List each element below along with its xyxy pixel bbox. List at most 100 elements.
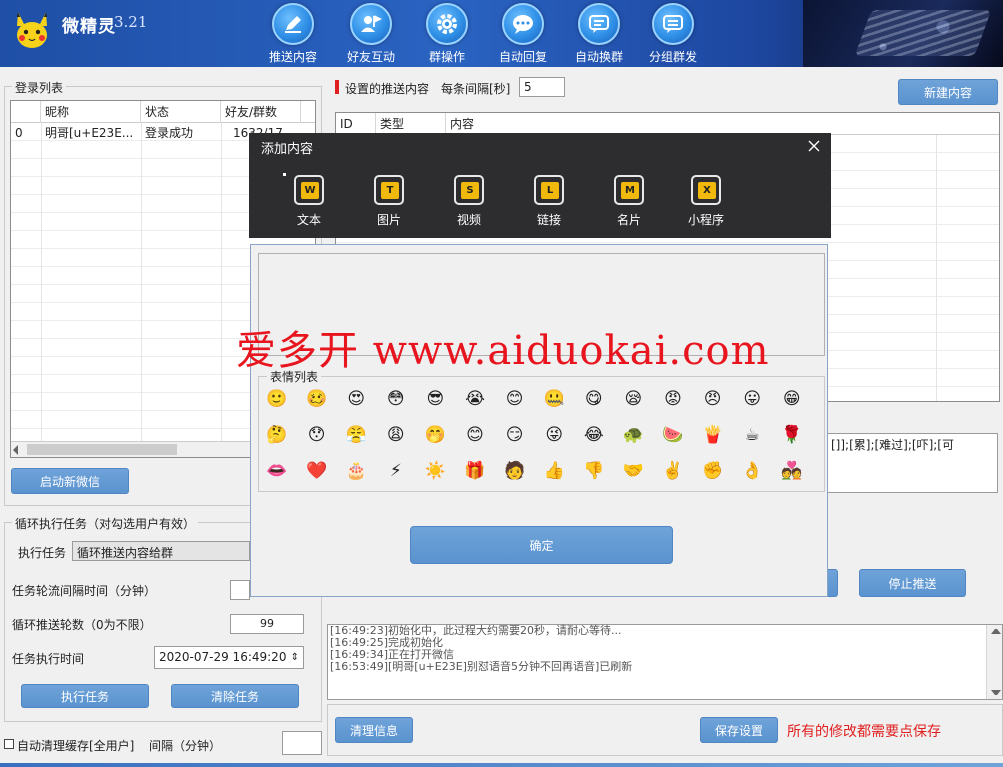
emoji-item[interactable]: 😯 <box>306 424 328 446</box>
tool-image[interactable]: T 图片 <box>359 172 419 228</box>
nav-group-broadcast[interactable]: 分组群发 <box>638 3 708 65</box>
clear-task-button[interactable]: 清除任务 <box>171 684 299 708</box>
tool-label: 小程序 <box>687 213 724 227</box>
emoji-item[interactable]: 👍 <box>543 460 565 482</box>
col-status[interactable]: 状态 <box>141 101 221 123</box>
emoji-item[interactable]: 🤔 <box>266 424 288 446</box>
emoji-item[interactable]: ✊ <box>702 460 724 482</box>
tool-link[interactable]: L 链接 <box>519 172 579 228</box>
emoji-item[interactable]: ❤️ <box>306 460 328 482</box>
emoji-item[interactable]: 👎 <box>583 460 605 482</box>
emoji-item[interactable]: 🍉 <box>662 424 684 446</box>
scroll-down-icon[interactable] <box>991 690 1001 695</box>
emoji-item[interactable]: ⚡ <box>385 460 407 482</box>
scroll-up-icon[interactable] <box>991 629 1001 634</box>
col-type[interactable]: 类型 <box>376 113 446 135</box>
emoji-item[interactable]: 😋 <box>583 388 605 410</box>
emoji-item[interactable]: 👌 <box>741 460 763 482</box>
emoji-item[interactable]: ✌️ <box>662 460 684 482</box>
start-new-wechat-button[interactable]: 启动新微信 <box>11 468 129 494</box>
emoji-item[interactable]: 😜 <box>543 424 565 446</box>
emoji-item[interactable]: 😤 <box>345 424 367 446</box>
emoji-item[interactable]: 🐢 <box>622 424 644 446</box>
interval-input[interactable] <box>230 580 250 600</box>
emoji-item[interactable]: 🥴 <box>306 388 328 410</box>
exec-time-value: 2020-07-29 16:49:20 <box>159 650 287 664</box>
user-flag-icon <box>361 15 382 32</box>
interval-label: 任务轮流间隔时间（分钟） <box>12 584 157 598</box>
emoji-item[interactable]: 😍 <box>345 388 367 410</box>
emoji-item[interactable]: 😩 <box>385 424 407 446</box>
emoji-item[interactable]: 😡 <box>662 388 684 410</box>
auto-clean-interval-input[interactable] <box>282 731 322 755</box>
run-task-button[interactable]: 执行任务 <box>21 684 149 708</box>
nav-push-content[interactable]: 推送内容 <box>258 3 328 65</box>
emoji-item[interactable]: 🎂 <box>345 460 367 482</box>
push-interval-input[interactable]: 5 <box>519 77 565 97</box>
emoji-item[interactable]: 😳 <box>385 388 407 410</box>
stop-push-button[interactable]: 停止推送 <box>859 569 966 597</box>
nav-label: 群操作 <box>428 50 465 64</box>
top-banner: 微精灵 3.21 推送内容 好友互动 群操作 自动回复 自动换群 分组群发 <box>0 0 1003 67</box>
emoji-item[interactable]: 🤝 <box>622 460 644 482</box>
tool-video[interactable]: S 视频 <box>439 172 499 228</box>
close-icon[interactable] <box>807 139 821 153</box>
col-friends-groups[interactable]: 好友/群数 <box>221 101 301 123</box>
nav-group-ops[interactable]: 群操作 <box>412 3 482 65</box>
emoji-item[interactable]: 😂 <box>583 424 605 446</box>
auto-clean-checkbox[interactable] <box>4 739 14 749</box>
emoji-item[interactable]: 🤐 <box>543 388 565 410</box>
nav-auto-reply[interactable]: 自动回复 <box>488 3 558 65</box>
tool-mini-program[interactable]: X 小程序 <box>676 172 736 228</box>
scroll-thumb[interactable] <box>27 444 177 455</box>
emoji-item[interactable]: 😪 <box>622 388 644 410</box>
pikachu-logo-icon <box>17 12 47 48</box>
col-nickname[interactable]: 昵称 <box>41 101 141 123</box>
app-version: 3.21 <box>114 13 148 31</box>
push-title: 设置的推送内容 <box>345 82 430 96</box>
emoji-item[interactable]: 😠 <box>702 388 724 410</box>
emoji-list-group <box>258 376 825 492</box>
log-scrollbar[interactable] <box>986 625 1002 699</box>
emoji-item[interactable]: ☕ <box>741 424 763 446</box>
emoji-item[interactable]: 🍟 <box>702 424 724 446</box>
col-content[interactable]: 内容 <box>446 113 999 135</box>
emoji-item[interactable]: 😁 <box>781 388 803 410</box>
log-line: [16:53:49][明哥[u+E23E]别怼语音5分钟不回再语音]已刷新 <box>330 660 633 673</box>
tool-card[interactable]: M 名片 <box>599 172 659 228</box>
col-id[interactable]: ID <box>336 113 376 135</box>
dialog-title: 添加内容 <box>261 142 314 157</box>
emoji-item[interactable]: 😏 <box>504 424 526 446</box>
task-select[interactable]: 循环推送内容给群 <box>72 541 250 561</box>
spinner-icon[interactable]: ⇕ <box>291 649 299 666</box>
clear-info-button[interactable]: 清理信息 <box>335 717 413 743</box>
new-content-button[interactable]: 新建内容 <box>898 79 998 105</box>
emoji-item[interactable]: 🙂 <box>266 388 288 410</box>
save-settings-button[interactable]: 保存设置 <box>700 717 778 743</box>
emoji-item[interactable]: 😭 <box>464 388 486 410</box>
auto-clean-interval-label: 间隔（分钟） <box>149 739 222 753</box>
emoji-item[interactable]: 🤭 <box>424 424 446 446</box>
emoji-item[interactable]: 😊 <box>464 424 486 446</box>
emoji-item[interactable]: 🌹 <box>781 424 803 446</box>
emoji-item[interactable]: 😛 <box>741 388 763 410</box>
emoji-item[interactable]: 🎁 <box>464 460 486 482</box>
log-panel[interactable]: [16:49:23]初始化中，此过程大约需要20秒，请耐心等待... [16:4… <box>327 624 1003 700</box>
emoji-item[interactable]: 🧑 <box>504 460 526 482</box>
tool-label: 链接 <box>536 213 561 227</box>
nav-label: 好友互动 <box>346 50 395 64</box>
rounds-input[interactable]: 99 <box>230 614 304 634</box>
tool-text[interactable]: W 文本 <box>279 172 339 228</box>
confirm-button[interactable]: 确定 <box>410 526 673 564</box>
exec-time-picker[interactable]: 2020-07-29 16:49:20 ⇕ <box>154 646 304 669</box>
nav-auto-switch-group[interactable]: 自动换群 <box>564 3 634 65</box>
emoji-item[interactable]: 😎 <box>424 388 446 410</box>
emoji-item[interactable]: 💑 <box>781 460 803 482</box>
emoji-item[interactable]: ☀️ <box>424 460 446 482</box>
login-list-title: 登录列表 <box>12 79 67 96</box>
emoji-code-input[interactable]: []];[累];[难过];[吓];[可 <box>826 433 998 493</box>
emoji-item[interactable]: 👄 <box>266 460 288 482</box>
nav-friend-interact[interactable]: 好友互动 <box>336 3 406 65</box>
scroll-left-icon[interactable] <box>13 445 18 455</box>
emoji-item[interactable]: 😊 <box>504 388 526 410</box>
